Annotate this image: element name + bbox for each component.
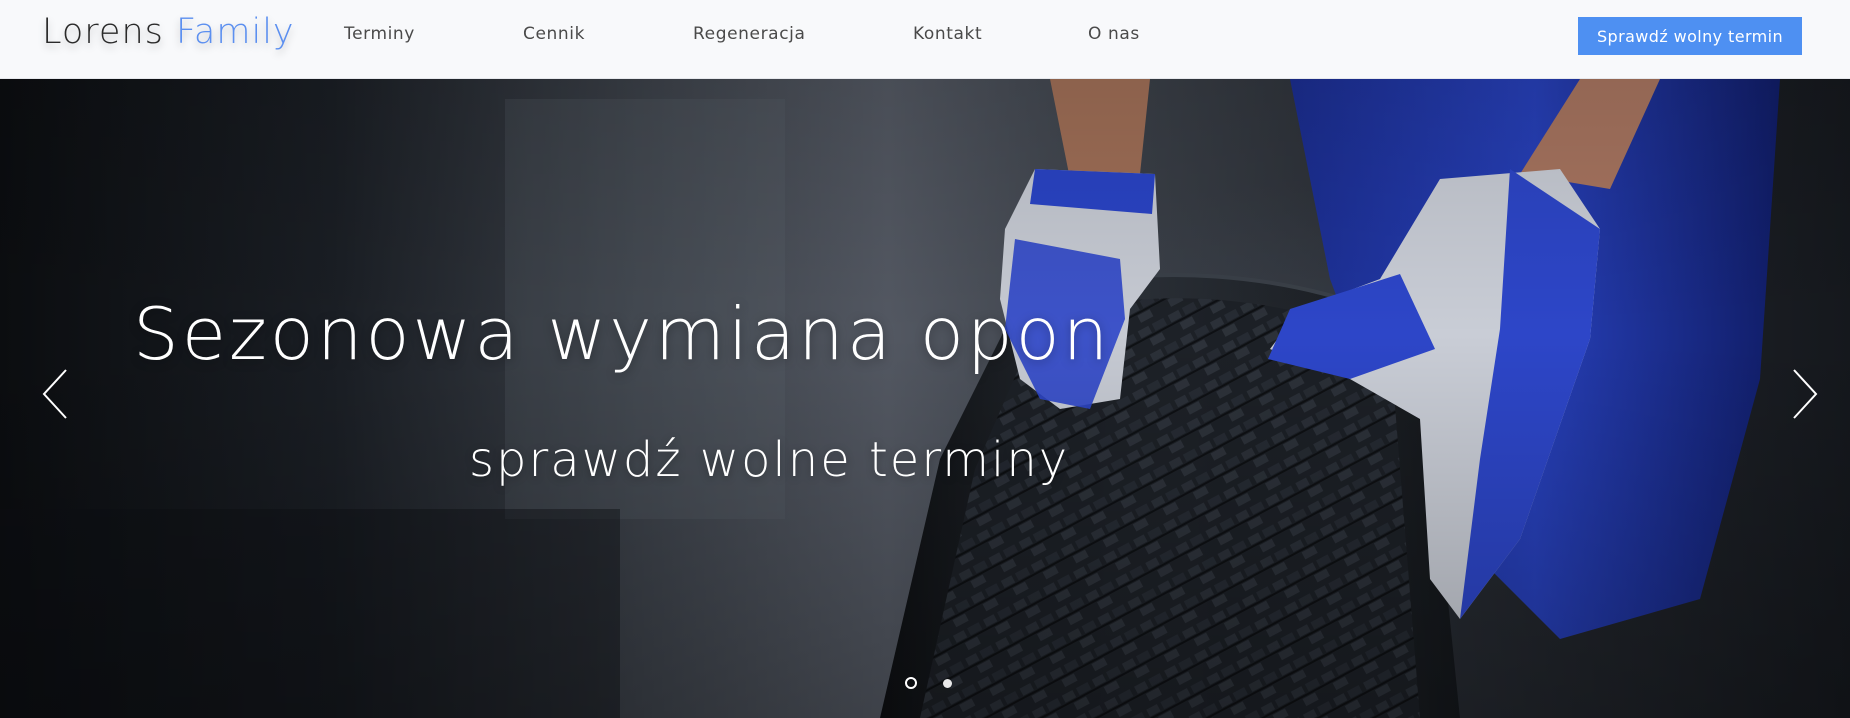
slider-prev-button[interactable] (36, 364, 76, 424)
logo-accent-text: Family (176, 12, 295, 52)
slider-dot-1-active[interactable] (905, 677, 917, 689)
slider-next-button[interactable] (1784, 364, 1824, 424)
hero-subtitle: sprawdź wolne terminy (469, 432, 1070, 488)
nav-link-cennik[interactable]: Cennik (523, 24, 585, 44)
nav-link-o-nas[interactable]: O nas (1088, 24, 1140, 44)
slider-dot-2[interactable] (943, 679, 952, 688)
hero-title: Sezonowa wymiana opon (133, 292, 1112, 376)
logo-primary-text: Lorens (42, 12, 164, 52)
nav-link-regeneracja[interactable]: Regeneracja (693, 24, 806, 44)
chevron-right-icon (1793, 369, 1818, 419)
logo[interactable]: Lorens Family (42, 12, 295, 52)
check-free-slot-button[interactable]: Sprawdź wolny termin (1578, 17, 1802, 55)
nav-link-kontakt[interactable]: Kontakt (913, 24, 982, 44)
site-header: Lorens Family Terminy Cennik Regeneracja… (0, 0, 1850, 79)
page: Lorens Family Terminy Cennik Regeneracja… (0, 0, 1850, 718)
chevron-left-icon (42, 369, 67, 419)
hero-slider: Sezonowa wymiana opon sprawdź wolne term… (0, 79, 1850, 718)
nav-link-terminy[interactable]: Terminy (344, 24, 415, 44)
hero-overlay (0, 79, 1850, 718)
